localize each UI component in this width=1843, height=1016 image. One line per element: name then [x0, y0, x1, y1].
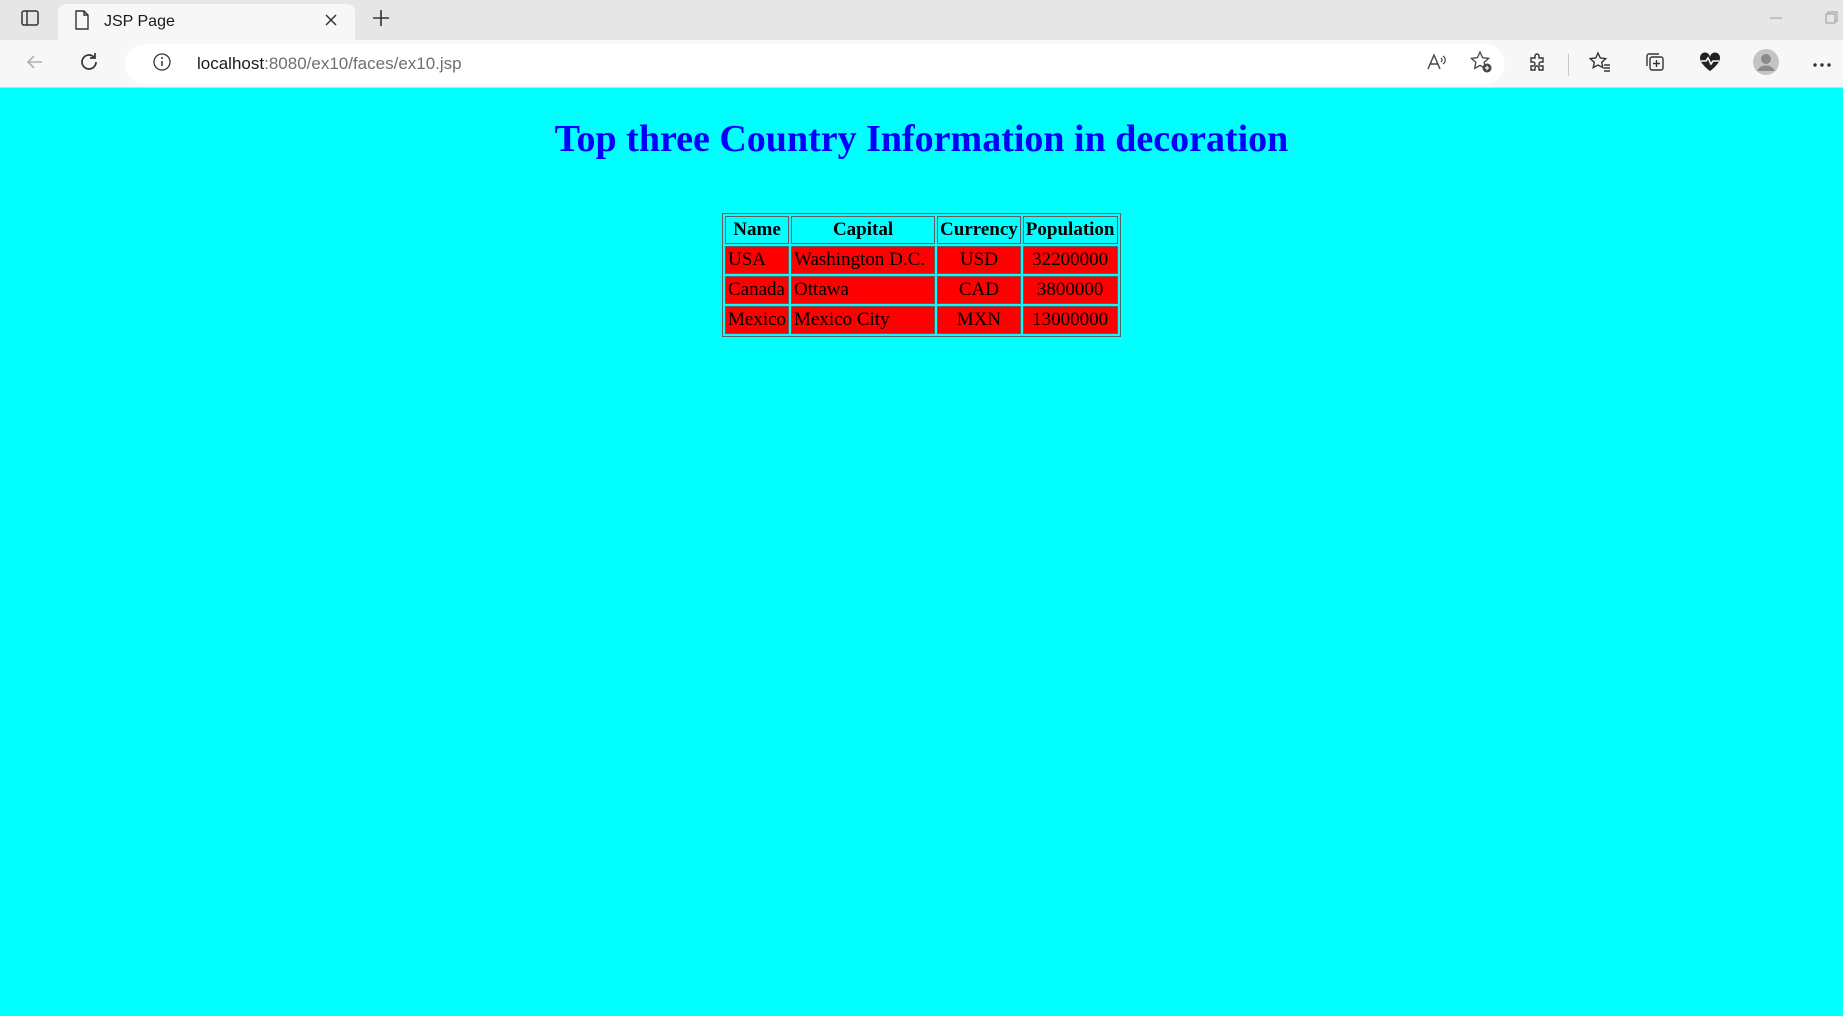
cell-name: USA — [725, 246, 790, 274]
tab-actions-icon — [20, 8, 40, 33]
url-host: localhost — [197, 54, 265, 73]
header-capital: Capital — [791, 216, 936, 244]
toolbar-separator — [1568, 54, 1569, 76]
tab-bar: JSP Page — [0, 0, 1843, 40]
restore-icon — [1824, 11, 1838, 30]
minimize-icon — [1769, 11, 1783, 30]
page-icon — [74, 9, 90, 35]
collections-button[interactable] — [1639, 48, 1671, 80]
cell-population: 32200000 — [1022, 246, 1118, 274]
tab-title: JSP Page — [104, 13, 175, 30]
close-tab-button[interactable] — [319, 10, 343, 34]
info-icon — [152, 52, 172, 77]
collections-icon — [1644, 51, 1666, 78]
heart-pulse-icon — [1698, 51, 1722, 78]
read-aloud-button[interactable] — [1421, 48, 1453, 80]
cell-currency: MXN — [937, 306, 1021, 334]
table-header-row: Name Capital Currency Population — [725, 216, 1118, 244]
restore-button[interactable] — [1819, 8, 1843, 32]
country-table: Name Capital Currency Population USA Was… — [722, 213, 1121, 337]
cell-population: 13000000 — [1022, 306, 1118, 334]
header-currency: Currency — [937, 216, 1021, 244]
back-arrow-icon — [25, 52, 45, 77]
table-row: Canada Ottawa CAD 3800000 — [725, 276, 1118, 304]
extensions-button[interactable] — [1522, 48, 1554, 80]
cell-currency: CAD — [937, 276, 1021, 304]
more-button[interactable] — [1806, 48, 1838, 80]
cell-capital: Mexico City — [791, 306, 936, 334]
url-path: :8080/ex10/faces/ex10.jsp — [264, 54, 462, 73]
url-text[interactable]: localhost:8080/ex10/faces/ex10.jsp — [197, 54, 462, 74]
site-info-button[interactable] — [139, 52, 185, 77]
read-aloud-icon — [1426, 51, 1448, 78]
profile-button[interactable] — [1750, 48, 1782, 80]
minimize-button[interactable] — [1764, 8, 1788, 32]
avatar-icon — [1752, 48, 1780, 81]
add-favorite-button[interactable] — [1465, 48, 1497, 80]
header-name: Name — [725, 216, 790, 244]
plus-icon — [371, 8, 391, 33]
favorites-icon — [1588, 50, 1611, 78]
page-title: Top three Country Information in decorat… — [554, 118, 1289, 160]
refresh-icon — [78, 51, 100, 78]
close-icon — [324, 13, 338, 32]
address-bar[interactable]: localhost:8080/ex10/faces/ex10.jsp — [125, 44, 1505, 84]
cell-name: Mexico — [725, 306, 790, 334]
table-row: Mexico Mexico City MXN 13000000 — [725, 306, 1118, 334]
puzzle-icon — [1527, 51, 1549, 78]
tab-actions-button[interactable] — [8, 6, 52, 34]
cell-currency: USD — [937, 246, 1021, 274]
cell-capital: Washington D.C. — [791, 246, 936, 274]
performance-button[interactable] — [1694, 48, 1726, 80]
browser-tab-active[interactable]: JSP Page — [58, 4, 355, 40]
table-row: USA Washington D.C. USD 32200000 — [725, 246, 1118, 274]
new-tab-button[interactable] — [366, 6, 396, 34]
page-content: Top three Country Information in decorat… — [0, 89, 1843, 1016]
cell-capital: Ottawa — [791, 276, 936, 304]
cell-name: Canada — [725, 276, 790, 304]
refresh-button[interactable] — [73, 48, 105, 80]
header-population: Population — [1022, 216, 1118, 244]
back-button[interactable] — [19, 48, 51, 80]
add-favorite-icon — [1469, 49, 1493, 79]
more-icon — [1812, 55, 1832, 73]
cell-population: 3800000 — [1022, 276, 1118, 304]
favorites-button[interactable] — [1584, 48, 1616, 80]
browser-toolbar: localhost:8080/ex10/faces/ex10.jsp — [0, 40, 1843, 88]
